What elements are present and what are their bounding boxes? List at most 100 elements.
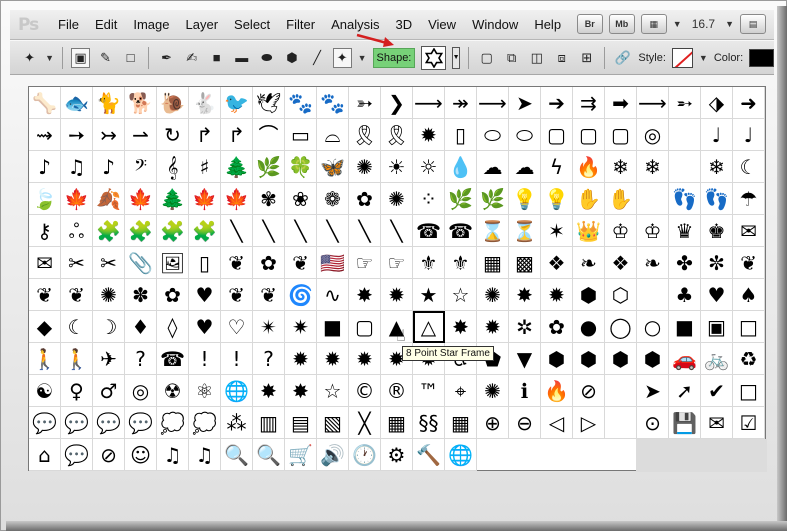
- chevron-down-icon[interactable]: ▼: [45, 53, 54, 63]
- shape-cell[interactable]: 💧: [445, 151, 477, 183]
- shape-cell[interactable]: ♻: [733, 343, 765, 375]
- shape-cell[interactable]: ♥: [189, 279, 221, 311]
- shape-cell[interactable]: ✸: [509, 279, 541, 311]
- shape-cell[interactable]: ✴: [253, 311, 285, 343]
- shape-cell[interactable]: ♩: [733, 119, 765, 151]
- shape-cell[interactable]: 🚗: [669, 343, 701, 375]
- menu-edit[interactable]: Edit: [87, 17, 125, 32]
- view-extras-icon[interactable]: ▦: [640, 14, 667, 34]
- shape-cell[interactable]: ❧: [637, 247, 669, 279]
- shape-cell[interactable]: ✷: [285, 311, 317, 343]
- shape-cell[interactable]: 💬: [125, 407, 157, 439]
- shape-cell[interactable]: ❀: [285, 183, 317, 215]
- shape-cell[interactable]: 🧩: [93, 215, 125, 247]
- shape-cell[interactable]: ✺: [381, 183, 413, 215]
- shape-cell[interactable]: 🌐: [445, 439, 477, 471]
- shape-cell[interactable]: ✉: [29, 247, 61, 279]
- shape-cell[interactable]: ▯: [445, 119, 477, 151]
- shape-cell[interactable]: ▢: [605, 119, 637, 151]
- shape-cell[interactable]: 🐕: [125, 87, 157, 119]
- shape-cell[interactable]: ⁂: [221, 407, 253, 439]
- shape-cell[interactable]: ⟶: [413, 87, 445, 119]
- shape-cell[interactable]: ♪: [93, 151, 125, 183]
- shape-cell[interactable]: 👑: [573, 215, 605, 247]
- shape-cell[interactable]: 🕊: [253, 87, 285, 119]
- shape-cell[interactable]: ✾: [253, 183, 285, 215]
- shape-cell[interactable]: ❧: [573, 247, 605, 279]
- fill-pixels-mode-icon[interactable]: □: [121, 48, 140, 68]
- shape-cell[interactable]: [637, 183, 669, 215]
- shape-cell[interactable]: ☞: [349, 247, 381, 279]
- shape-cell[interactable]: ☽: [93, 311, 125, 343]
- menu-layer[interactable]: Layer: [178, 17, 227, 32]
- shape-cell[interactable]: ○: [637, 311, 669, 343]
- shape-cell[interactable]: ◁: [541, 407, 573, 439]
- shape-cell[interactable]: ✹: [381, 279, 413, 311]
- shape-cell[interactable]: 🌿: [445, 183, 477, 215]
- shape-cell[interactable]: 𝄞: [157, 151, 189, 183]
- shape-cell[interactable]: 🦋: [317, 151, 349, 183]
- shape-cell[interactable]: ☀: [381, 151, 413, 183]
- shape-cell[interactable]: ☑: [733, 407, 765, 439]
- shape-cell[interactable]: ⌛: [477, 215, 509, 247]
- shape-cell[interactable]: 🍃: [29, 183, 61, 215]
- shape-cell[interactable]: ↠: [445, 87, 477, 119]
- shape-cell[interactable]: 🐦: [221, 87, 253, 119]
- shape-cell[interactable]: ▯: [189, 247, 221, 279]
- shape-cell[interactable]: ✋: [573, 183, 605, 215]
- shape-cell[interactable]: 🐈: [93, 87, 125, 119]
- shape-cell[interactable]: ▧: [317, 407, 349, 439]
- color-swatch[interactable]: [749, 48, 774, 67]
- mini-bridge-button[interactable]: Mb: [608, 14, 635, 34]
- shape-cell[interactable]: ⬢: [605, 343, 637, 375]
- shape-cell[interactable]: ✹: [285, 343, 317, 375]
- freeform-pen-icon[interactable]: ✍: [182, 48, 201, 68]
- shape-cell[interactable]: ☞: [381, 247, 413, 279]
- shape-cell[interactable]: ✽: [125, 279, 157, 311]
- shape-cell[interactable]: ⚛: [189, 375, 221, 407]
- shape-cell[interactable]: ☾: [61, 311, 93, 343]
- line-tool-icon[interactable]: ╱: [307, 48, 326, 68]
- shape-cell[interactable]: ☎: [157, 343, 189, 375]
- shape-cell[interactable]: ☂: [733, 183, 765, 215]
- shape-cell[interactable]: ▦: [381, 407, 413, 439]
- shape-cell[interactable]: ?: [125, 343, 157, 375]
- shape-cell[interactable]: ✈: [93, 343, 125, 375]
- menu-view[interactable]: View: [420, 17, 464, 32]
- shape-cell[interactable]: ⇝: [29, 119, 61, 151]
- shape-cell[interactable]: ⇀: [125, 119, 157, 151]
- paths-mode-icon[interactable]: ✎: [96, 48, 115, 68]
- shape-cell[interactable]: ❖: [541, 247, 573, 279]
- menu-3d[interactable]: 3D: [387, 17, 420, 32]
- pen-tool-icon[interactable]: ✒: [157, 48, 176, 68]
- shape-cell[interactable]: ❁: [317, 183, 349, 215]
- rectangle-tool-icon[interactable]: ■: [207, 48, 226, 68]
- subtract-shape-icon[interactable]: ◫: [527, 48, 546, 68]
- shape-cell[interactable]: ✉: [701, 407, 733, 439]
- shape-cell[interactable]: ❄: [605, 151, 637, 183]
- shape-cell[interactable]: ⟶: [477, 87, 509, 119]
- shape-cell[interactable]: ♯: [189, 151, 221, 183]
- shape-cell[interactable]: ⚙: [381, 439, 413, 471]
- shape-cell[interactable]: 🍁: [189, 183, 221, 215]
- shape-cell[interactable]: 🍁: [221, 183, 253, 215]
- shape-cell[interactable]: ▦: [445, 407, 477, 439]
- shape-cell[interactable]: 🔥: [541, 375, 573, 407]
- shape-cell[interactable]: 📎: [125, 247, 157, 279]
- shape-cell[interactable]: ☁: [509, 151, 541, 183]
- shape-cell[interactable]: ♫: [61, 151, 93, 183]
- shape-cell[interactable]: ■: [669, 311, 701, 343]
- shape-cell[interactable]: 💬: [29, 407, 61, 439]
- shape-cell[interactable]: ✺: [477, 375, 509, 407]
- exclude-shape-icon[interactable]: ⊞: [577, 48, 596, 68]
- shape-cell[interactable]: ⊕: [477, 407, 509, 439]
- shape-cell[interactable]: ஃ: [61, 215, 93, 247]
- shape-cell[interactable]: 🕐: [349, 439, 381, 471]
- shape-cell[interactable]: ♣: [669, 279, 701, 311]
- link-icon[interactable]: 🔗: [613, 48, 632, 68]
- shape-cell[interactable]: ↱: [221, 119, 253, 151]
- shape-cell[interactable]: ↣: [93, 119, 125, 151]
- shape-cell[interactable]: ⬡: [605, 279, 637, 311]
- shape-cell[interactable]: ✲: [509, 311, 541, 343]
- shape-cell[interactable]: ✂: [93, 247, 125, 279]
